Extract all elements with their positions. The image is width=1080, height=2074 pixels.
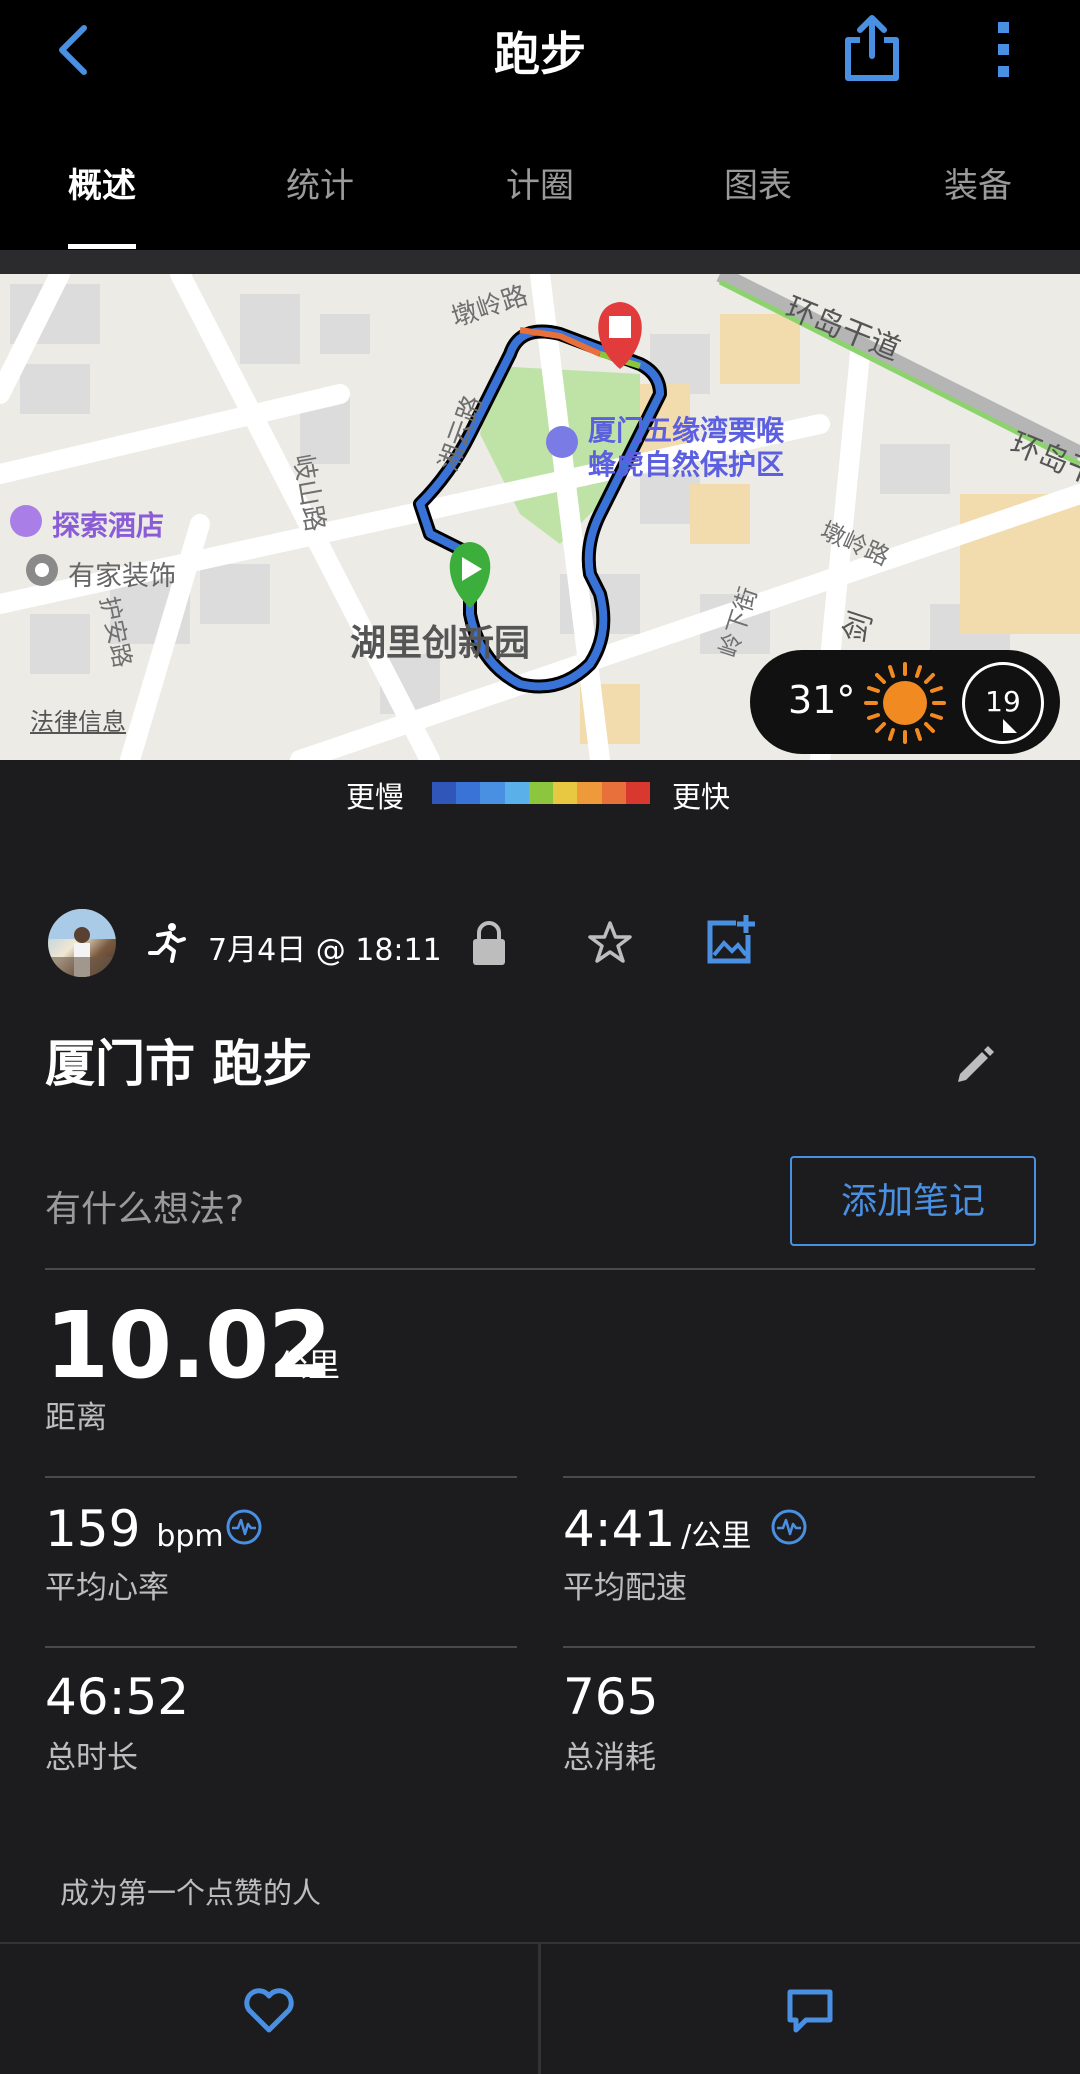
tab-overview[interactable]: 概述 <box>22 158 182 207</box>
heart-rate-stat: 159 bpm <box>45 1500 224 1558</box>
poi-deco: 有家装饰 <box>68 561 176 592</box>
wind-speed: 19 <box>985 685 1021 718</box>
pace-unit: /公里 <box>681 1519 752 1554</box>
more-vertical-icon[interactable] <box>984 18 1024 82</box>
poi-reserve-label: 厦门五缘湾栗喉蜂虎自然保护区 <box>588 414 785 481</box>
distance-label: 距离 <box>45 1400 107 1436</box>
sun-icon <box>864 662 946 744</box>
add-note-button[interactable]: 添加笔记 <box>790 1156 1036 1246</box>
legend-color-swatch <box>528 782 554 804</box>
legend-color-swatch <box>432 782 457 804</box>
heart-rate-value: 159 <box>45 1500 141 1558</box>
legend-color-bar <box>432 782 650 804</box>
poi-hotel: 探索酒店 <box>52 509 165 542</box>
tab-laps[interactable]: 计圈 <box>460 158 620 207</box>
pulse-icon[interactable] <box>770 1508 808 1546</box>
legend-color-swatch <box>601 782 626 804</box>
legend-color-swatch <box>480 782 505 804</box>
tab-divider <box>0 250 1080 274</box>
pace-label: 平均配速 <box>563 1570 687 1606</box>
legend-fast-label: 更快 <box>672 780 731 814</box>
active-tab-indicator <box>68 244 136 249</box>
pulse-icon[interactable] <box>225 1508 263 1546</box>
tab-stats[interactable]: 统计 <box>240 158 400 207</box>
legal-info-link[interactable]: 法律信息 <box>30 702 126 737</box>
share-icon[interactable] <box>840 14 904 84</box>
wind-icon: 19 <box>962 662 1044 744</box>
legend-color-swatch <box>625 782 650 804</box>
weather-badge: 31° 19 <box>750 650 1060 754</box>
divider <box>45 1646 517 1648</box>
activity-date: 7月4日 @ 18:11 <box>208 933 442 968</box>
tab-bar: 概述 统计 计圈 图表 装备 <box>0 100 1080 250</box>
duration-label: 总时长 <box>45 1740 138 1776</box>
likes-text: 成为第一个点赞的人 <box>60 1876 322 1910</box>
heart-icon[interactable] <box>243 1988 295 2034</box>
divider <box>563 1646 1035 1648</box>
legend-color-swatch <box>577 782 602 804</box>
divider <box>563 1476 1035 1478</box>
bottom-divider <box>538 1944 541 2074</box>
legend-color-swatch <box>456 782 481 804</box>
temperature: 31° <box>788 678 856 722</box>
page-title: 跑步 <box>494 27 586 81</box>
legend-color-swatch <box>504 782 529 804</box>
duration-value: 46:52 <box>45 1668 190 1726</box>
poi-reserve: 厦门五缘湾栗喉蜂虎自然保护区 <box>588 414 808 482</box>
running-icon <box>148 923 186 963</box>
star-icon[interactable] <box>586 919 634 967</box>
lock-icon[interactable] <box>470 919 508 967</box>
wind-direction-icon <box>1003 719 1017 733</box>
bottom-action-bar <box>0 1942 1080 2074</box>
pace-legend: 更慢 更快 <box>0 774 1080 814</box>
activity-meta-row: 7月4日 @ 18:11 <box>0 905 1080 985</box>
legend-color-swatch <box>553 782 578 804</box>
avatar-image <box>48 909 116 977</box>
calories-value: 765 <box>563 1668 659 1726</box>
edit-icon[interactable] <box>952 1040 996 1084</box>
calories-label: 总消耗 <box>563 1740 656 1776</box>
comment-icon[interactable] <box>786 1988 834 2034</box>
pace-value: 4:41 <box>563 1500 676 1558</box>
thoughts-prompt[interactable]: 有什么想法? <box>45 1180 244 1232</box>
distance-unit: 公里 <box>276 1346 341 1384</box>
tab-gear[interactable]: 装备 <box>898 158 1058 207</box>
heart-rate-label: 平均心率 <box>45 1570 169 1606</box>
tab-charts[interactable]: 图表 <box>678 158 838 207</box>
heart-rate-unit: bpm <box>156 1519 224 1554</box>
legend-slow-label: 更慢 <box>346 780 405 814</box>
activity-title: 厦门市 跑步 <box>45 1035 313 1093</box>
divider <box>45 1476 517 1478</box>
top-bar: 跑步 <box>0 0 1080 100</box>
avatar[interactable] <box>48 909 116 977</box>
divider <box>45 1268 1035 1270</box>
pace-stat: 4:41/公里 <box>563 1500 751 1558</box>
add-photo-icon[interactable] <box>706 913 756 965</box>
park-label: 湖里创新园 <box>350 623 531 664</box>
